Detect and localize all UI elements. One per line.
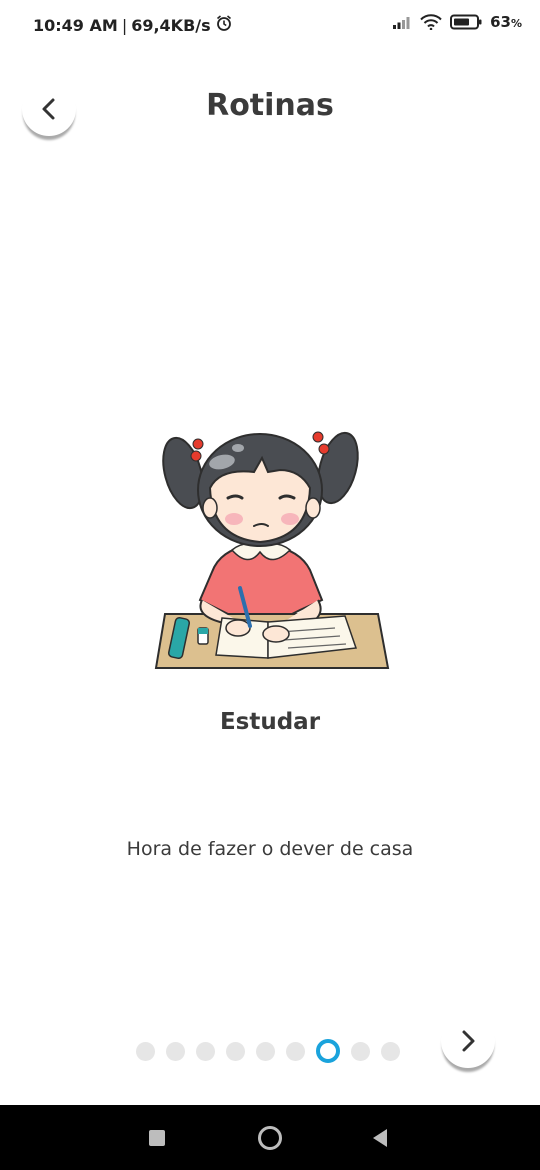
back-nav-button[interactable] bbox=[371, 1128, 389, 1152]
signal-icon bbox=[392, 15, 412, 29]
page-dot[interactable] bbox=[226, 1041, 245, 1061]
status-separator: | bbox=[121, 15, 128, 35]
status-left: 10:49 AM | 69,4KB/s bbox=[33, 14, 233, 36]
wifi-icon bbox=[420, 14, 442, 30]
page-dot[interactable] bbox=[286, 1041, 305, 1061]
status-time: 10:49 AM bbox=[33, 15, 118, 35]
page-dot-active[interactable] bbox=[316, 1039, 340, 1063]
battery-unit: % bbox=[510, 17, 522, 30]
next-button[interactable] bbox=[441, 1014, 495, 1068]
page-dot[interactable] bbox=[196, 1041, 215, 1061]
status-bar: 10:49 AM | 69,4KB/s 63% bbox=[0, 0, 540, 50]
recent-apps-icon bbox=[149, 1130, 165, 1146]
status-right: 63% bbox=[392, 13, 522, 31]
page-indicator bbox=[136, 1039, 400, 1063]
page-dot[interactable] bbox=[166, 1041, 185, 1061]
back-icon bbox=[373, 1129, 387, 1147]
home-button[interactable] bbox=[257, 1125, 283, 1155]
routine-description: Hora de fazer o dever de casa bbox=[126, 838, 414, 860]
recent-apps-button[interactable] bbox=[148, 1129, 166, 1151]
chevron-right-icon bbox=[462, 1030, 475, 1052]
routine-title: Estudar bbox=[219, 709, 321, 735]
page-title: Rotinas bbox=[206, 88, 334, 123]
page-dot[interactable] bbox=[381, 1041, 400, 1061]
page-dot[interactable] bbox=[256, 1041, 275, 1061]
page-dot[interactable] bbox=[136, 1041, 155, 1061]
network-speed: 69,4KB/s bbox=[131, 15, 211, 35]
girl-studying-illustration bbox=[150, 400, 395, 680]
system-nav-bar bbox=[0, 1105, 540, 1170]
battery-percent: 63% bbox=[490, 13, 522, 31]
page-dot[interactable] bbox=[351, 1041, 370, 1061]
home-icon bbox=[258, 1126, 282, 1150]
battery-value: 63 bbox=[490, 13, 511, 31]
battery-icon bbox=[450, 14, 482, 30]
alarm-icon bbox=[215, 14, 233, 36]
